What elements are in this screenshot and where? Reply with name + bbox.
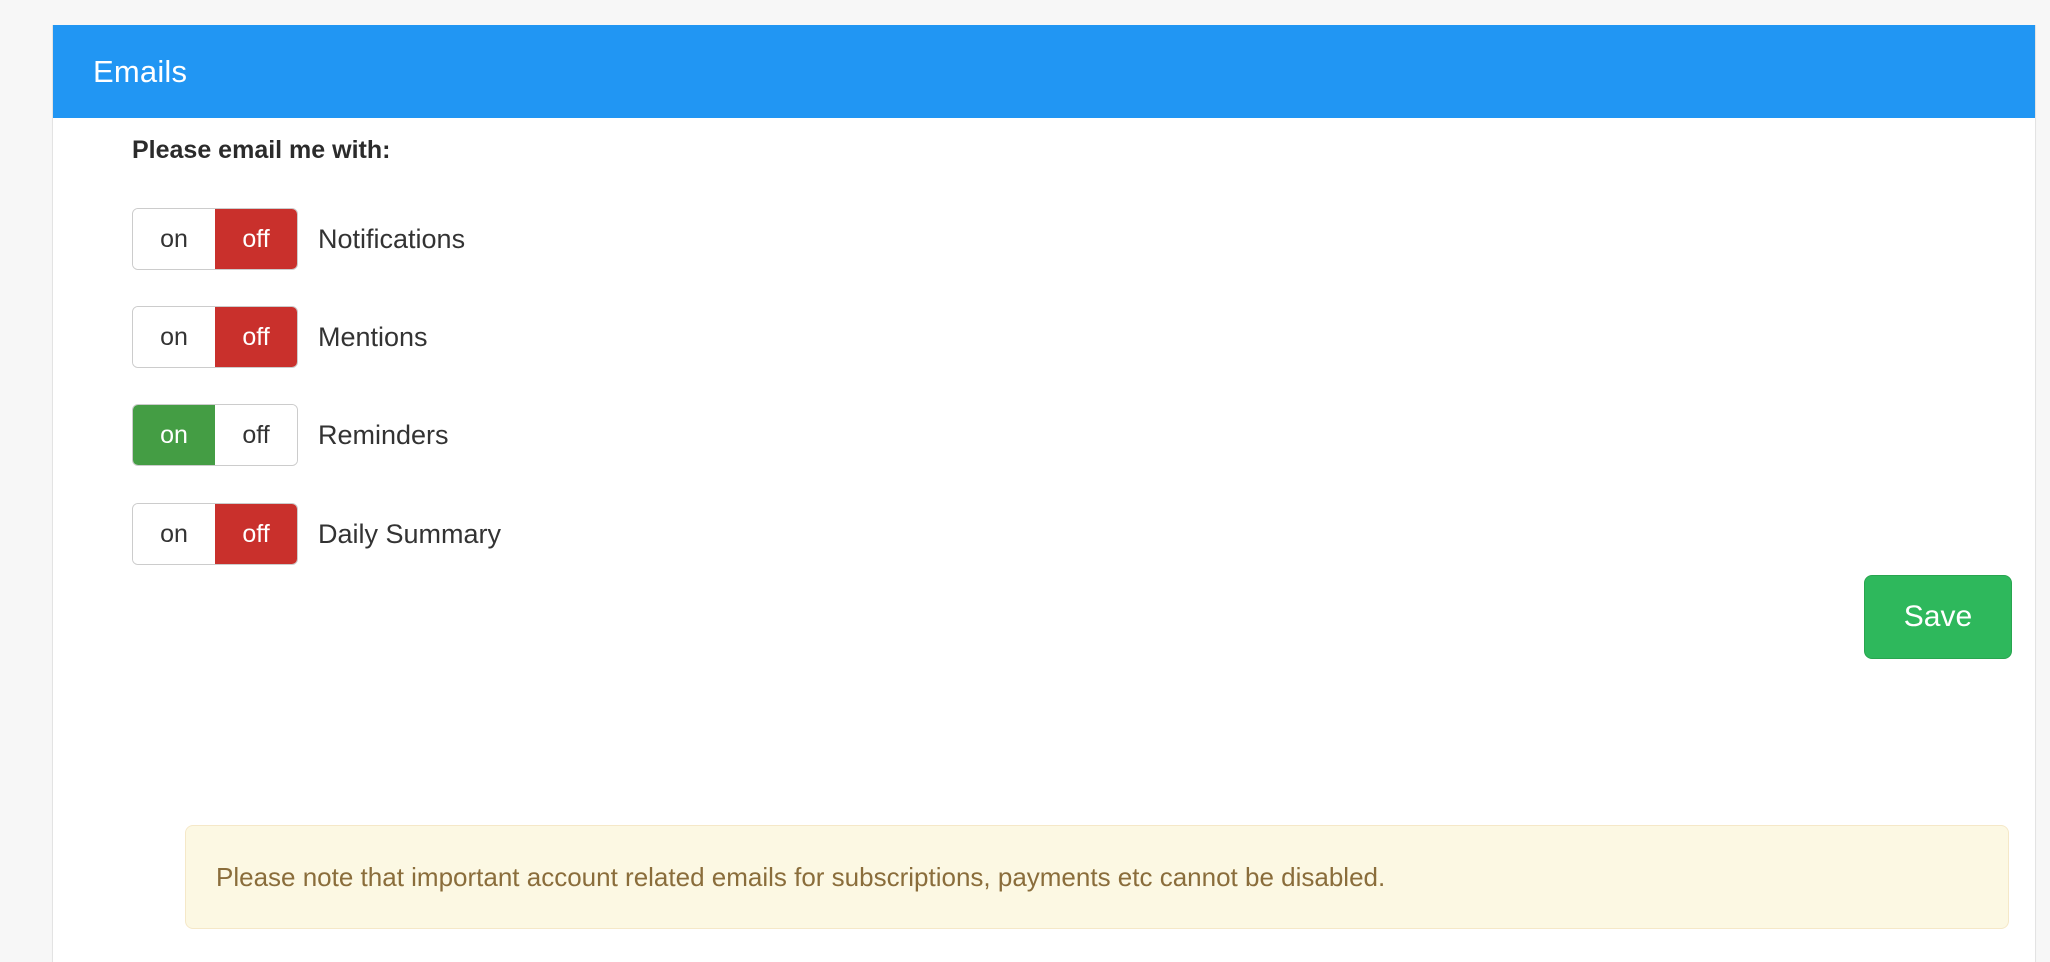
page-root: Emails Please email me with: on off Noti… <box>0 0 2050 962</box>
toggle-reminders[interactable]: on off <box>132 404 298 466</box>
toggle-row-daily-summary: on off Daily Summary <box>132 503 501 565</box>
card-header: Emails <box>53 25 2035 118</box>
toggle-row-notifications: on off Notifications <box>132 208 465 270</box>
toggle-daily-summary-off[interactable]: off <box>215 504 297 564</box>
toggle-label-notifications: Notifications <box>318 223 466 254</box>
toggle-notifications-on[interactable]: on <box>133 209 215 269</box>
toggle-label-daily-summary: Daily Summary <box>318 518 502 549</box>
toggle-mentions-on[interactable]: on <box>133 307 215 367</box>
page-title: Emails <box>93 53 188 89</box>
toggle-mentions-off[interactable]: off <box>215 307 297 367</box>
toggle-reminders-on[interactable]: on <box>133 405 215 465</box>
toggle-notifications[interactable]: on off <box>132 208 298 270</box>
emails-settings-card: Emails Please email me with: on off Noti… <box>52 25 2036 962</box>
info-note: Please note that important account relat… <box>185 825 2009 929</box>
info-note-text: Please note that important account relat… <box>216 861 1386 892</box>
toggle-row-mentions: on off Mentions <box>132 306 428 368</box>
toggle-label-mentions: Mentions <box>318 321 428 352</box>
save-button[interactable]: Save <box>1864 575 2012 659</box>
toggle-label-reminders: Reminders <box>318 419 449 450</box>
toggle-row-reminders: on off Reminders <box>132 404 449 466</box>
toggle-reminders-off[interactable]: off <box>215 405 297 465</box>
toggle-daily-summary-on[interactable]: on <box>133 504 215 564</box>
toggle-mentions[interactable]: on off <box>132 306 298 368</box>
toggle-daily-summary[interactable]: on off <box>132 503 298 565</box>
toggle-notifications-off[interactable]: off <box>215 209 297 269</box>
section-heading: Please email me with: <box>132 136 391 164</box>
